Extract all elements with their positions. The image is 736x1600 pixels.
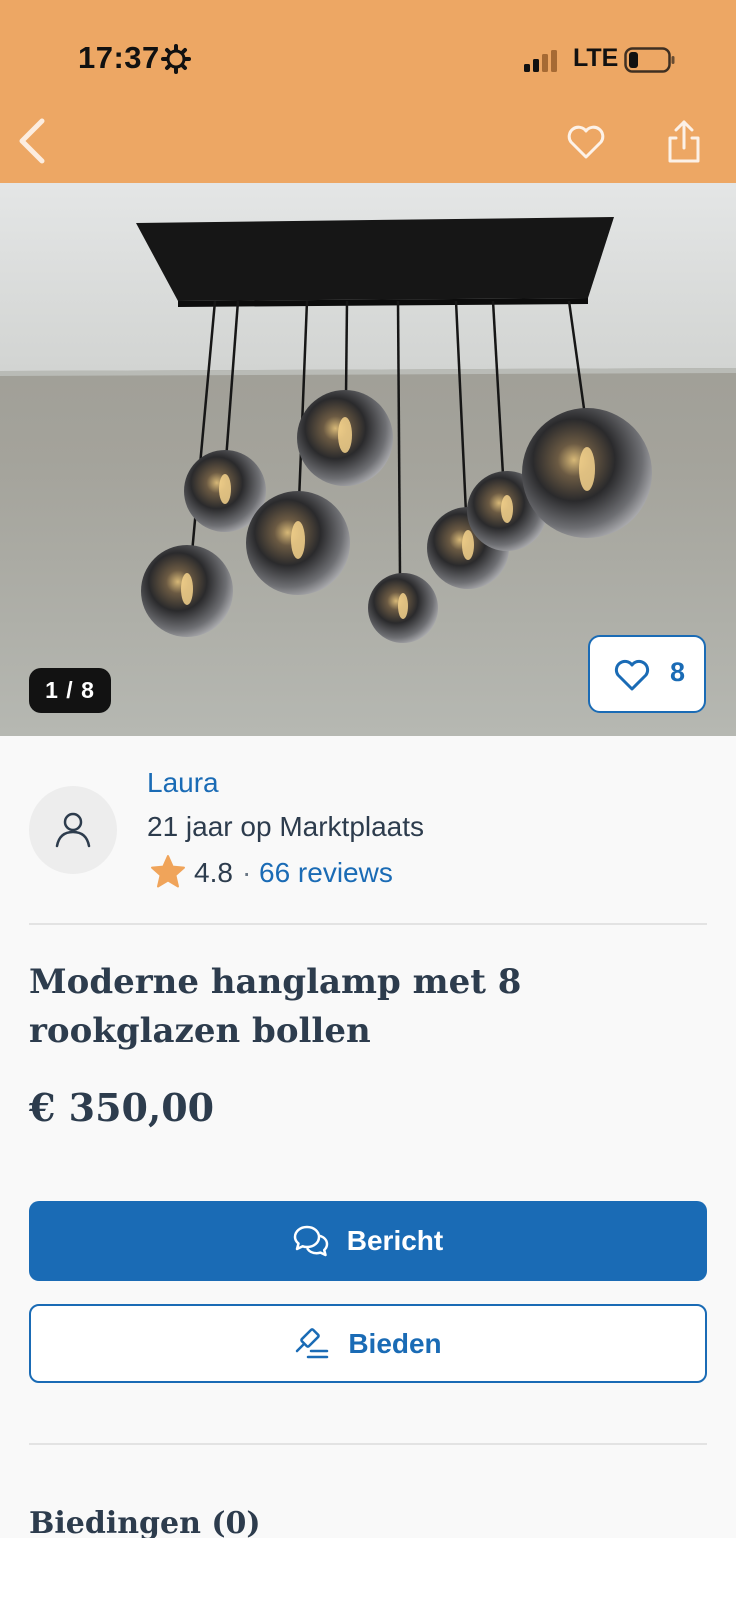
divider xyxy=(29,923,707,925)
chat-icon xyxy=(293,1225,329,1257)
top-bar: 17:37 LTE xyxy=(0,0,736,183)
star-icon xyxy=(151,855,185,888)
battery-icon xyxy=(624,47,675,73)
bid-button-label: Bieden xyxy=(348,1327,442,1359)
status-time: 17:37 xyxy=(78,40,160,75)
favorite-count: 8 xyxy=(670,657,686,687)
network-label: LTE xyxy=(573,44,619,72)
seller-rating: 4.8 xyxy=(194,857,233,888)
reviews-link[interactable]: 66 reviews xyxy=(259,857,393,889)
share-button[interactable] xyxy=(664,118,704,164)
bid-button[interactable]: Bieden xyxy=(29,1304,707,1383)
listing-title: Moderne hanglamp met 8 rookglazen bollen xyxy=(29,962,522,1051)
photo-counter: 1 / 8 xyxy=(29,668,111,713)
seller-name-link[interactable]: Laura xyxy=(147,767,219,799)
divider xyxy=(29,1443,707,1445)
seller-member-since: 21 jaar op Marktplaats xyxy=(147,811,425,842)
gavel-icon xyxy=(296,1327,329,1358)
heart-outline-icon xyxy=(614,659,650,691)
listing-price: € 350,00 xyxy=(29,1085,215,1130)
favorite-button[interactable] xyxy=(566,122,606,162)
back-button[interactable] xyxy=(12,115,52,167)
signal-icon xyxy=(524,50,557,72)
message-button[interactable]: Bericht xyxy=(29,1201,707,1281)
bids-section-title: Biedingen (0) xyxy=(29,1506,261,1541)
favorite-count-button[interactable]: 8 xyxy=(588,635,706,713)
message-button-label: Bericht xyxy=(346,1225,444,1256)
rating-separator: · xyxy=(242,857,252,888)
gear-icon xyxy=(161,44,191,74)
seller-avatar[interactable] xyxy=(29,786,117,874)
bottom-area xyxy=(0,1538,736,1600)
user-icon xyxy=(55,812,91,848)
